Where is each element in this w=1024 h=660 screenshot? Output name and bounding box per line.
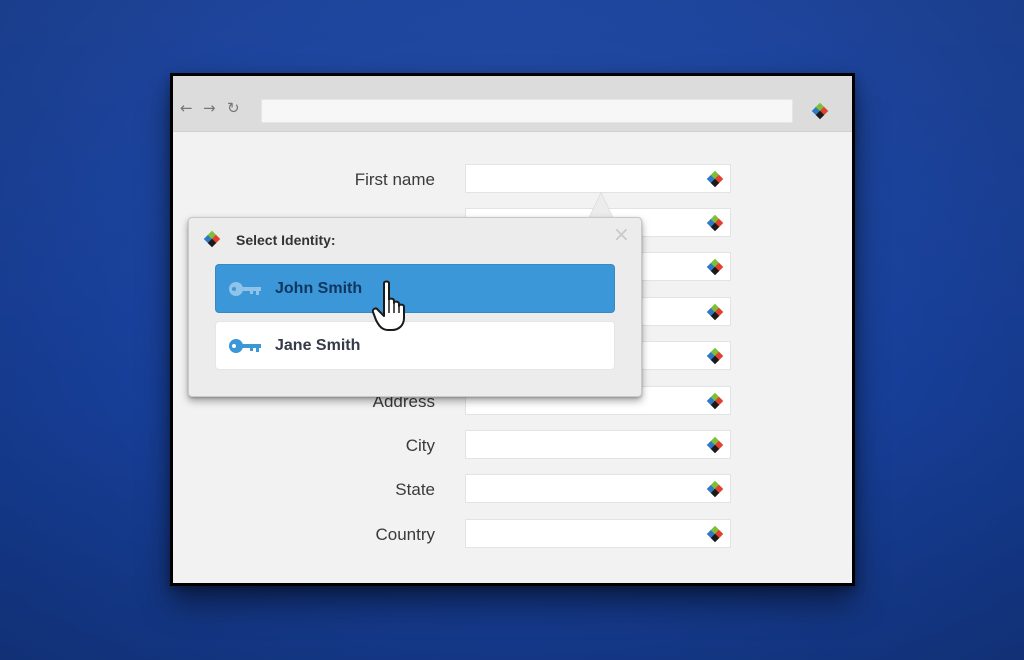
text-field[interactable] <box>465 474 731 503</box>
autofill-logo-icon[interactable] <box>706 525 724 543</box>
field-label: Country <box>375 525 435 544</box>
autofill-logo-icon[interactable] <box>706 170 724 188</box>
hand-cursor-icon <box>372 280 405 331</box>
browser-toolbar: ← → ↻ <box>173 76 852 132</box>
address-bar[interactable] <box>261 99 793 123</box>
key-icon <box>229 339 261 353</box>
autofill-logo-icon[interactable] <box>706 258 724 276</box>
field-label: City <box>405 436 435 455</box>
form-row: Country <box>173 519 852 549</box>
arrow-right-icon[interactable]: → <box>203 100 216 116</box>
password-manager-logo-icon[interactable] <box>811 102 829 120</box>
identity-option-jane-smith[interactable]: Jane Smith <box>215 321 615 370</box>
arrow-left-icon[interactable]: ← <box>180 100 193 116</box>
reload-icon[interactable]: ↻ <box>227 100 240 116</box>
text-field[interactable] <box>465 519 731 548</box>
field-label: First name <box>354 170 435 189</box>
autofill-logo-icon[interactable] <box>706 347 724 365</box>
key-icon <box>229 282 261 296</box>
identity-option-john-smith[interactable]: John Smith <box>215 264 615 313</box>
form-row: City <box>173 430 852 460</box>
field-label: State <box>395 480 435 499</box>
text-field[interactable] <box>465 430 731 459</box>
password-manager-logo-icon <box>203 230 221 248</box>
autofill-logo-icon[interactable] <box>706 214 724 232</box>
identity-name: John Smith <box>275 280 363 297</box>
autofill-logo-icon[interactable] <box>706 392 724 410</box>
popup-title: Select Identity: <box>236 232 336 248</box>
popup-pointer <box>589 193 613 218</box>
select-identity-popup: Select Identity: × John Smith Jane Smith <box>188 217 642 397</box>
text-field[interactable] <box>465 164 731 193</box>
autofill-logo-icon[interactable] <box>706 303 724 321</box>
identity-name: Jane Smith <box>275 337 361 354</box>
form-row: First name <box>173 164 852 194</box>
close-icon[interactable]: × <box>613 222 630 246</box>
autofill-logo-icon[interactable] <box>706 480 724 498</box>
form-row: State <box>173 474 852 504</box>
autofill-logo-icon[interactable] <box>706 436 724 454</box>
